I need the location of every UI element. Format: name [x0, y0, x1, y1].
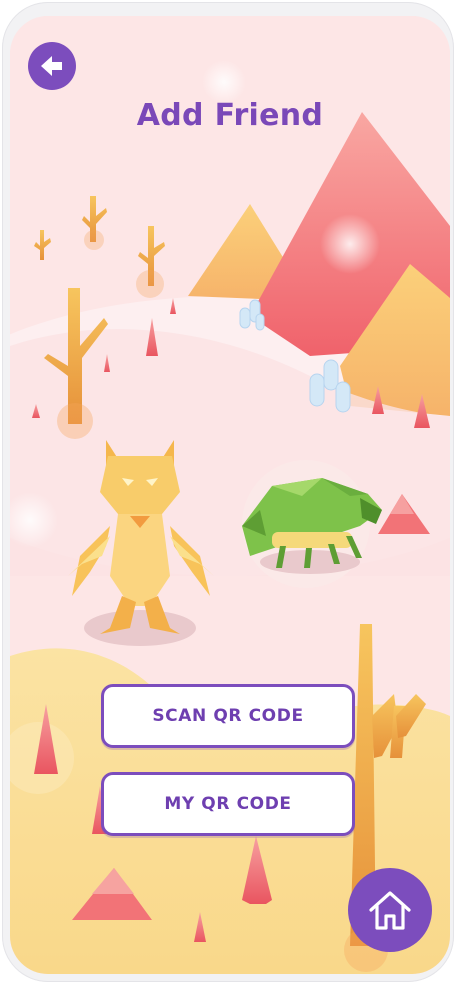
back-button[interactable]: [28, 42, 76, 90]
my-qr-code-button[interactable]: MY QR CODE: [101, 772, 355, 836]
page-title: Add Friend: [136, 98, 324, 133]
app-screen: Add Friend SCAN QR CODE MY QR CODE: [10, 16, 450, 974]
arrow-left-icon: [41, 56, 62, 76]
scan-qr-code-button[interactable]: SCAN QR CODE: [101, 684, 355, 748]
home-button[interactable]: [348, 868, 432, 952]
home-icon: [369, 891, 411, 930]
device-frame: Add Friend SCAN QR CODE MY QR CODE: [2, 2, 454, 982]
